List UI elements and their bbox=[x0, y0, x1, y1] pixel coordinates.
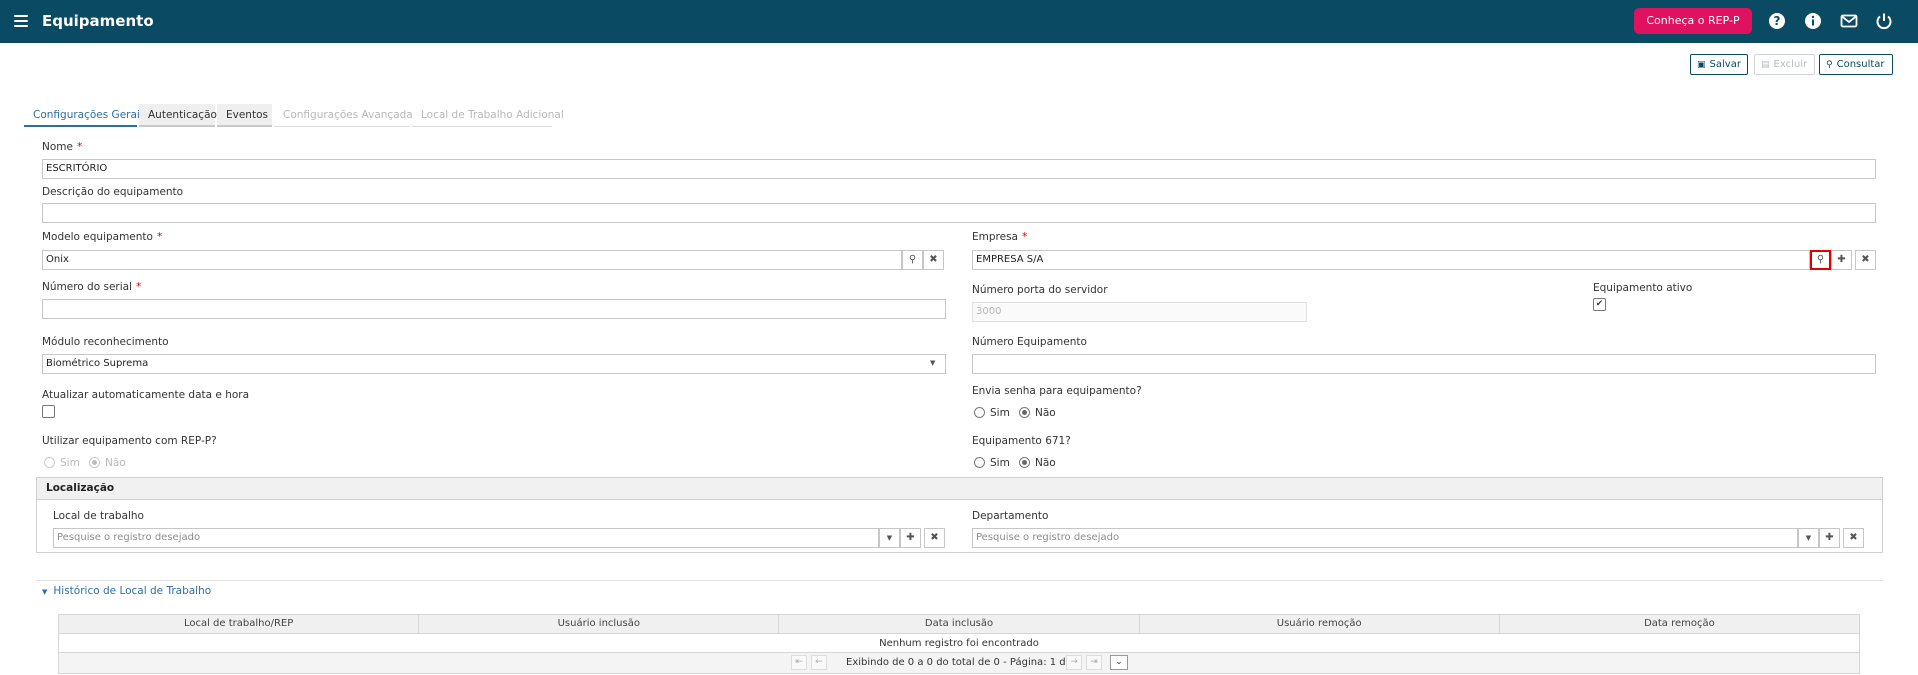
modelo-label: Modelo equipamento * bbox=[42, 231, 163, 243]
tab-eventos[interactable]: Eventos bbox=[217, 104, 272, 127]
divider bbox=[36, 580, 1883, 581]
departamento-clear-icon[interactable]: ✖ bbox=[1843, 528, 1864, 548]
empty-message: Nenhum registro foi encontrado bbox=[59, 634, 1859, 653]
local-trabalho-clear-icon[interactable]: ✖ bbox=[924, 528, 945, 548]
porta-label: Número porta do servidor bbox=[972, 284, 1108, 296]
envia-senha-label: Envia senha para equipamento? bbox=[972, 385, 1142, 397]
rep-p-sim-label: Sim bbox=[60, 457, 80, 469]
equip671-sim-label: Sim bbox=[990, 457, 1010, 469]
trash-icon: ▤ bbox=[1761, 60, 1770, 70]
historico-table: Local de trabalho/REP Usuário inclusão D… bbox=[58, 614, 1860, 674]
envia-senha-nao-radio[interactable] bbox=[1019, 407, 1030, 418]
column-header[interactable]: Usuário inclusão bbox=[419, 615, 780, 633]
table-header: Local de trabalho/REP Usuário inclusão D… bbox=[59, 615, 1859, 634]
tab-local-trabalho-adicional[interactable]: Local de Trabalho Adicional bbox=[412, 104, 564, 127]
localizacao-title: Localização bbox=[37, 478, 1882, 500]
search-button[interactable]: ⚲ Consultar bbox=[1819, 54, 1893, 75]
ativo-label: Equipamento ativo bbox=[1593, 282, 1693, 294]
local-trabalho-input[interactable]: Pesquise o registro desejado bbox=[53, 528, 879, 548]
envia-senha-nao-label: Não bbox=[1035, 407, 1056, 419]
app-header: Equipamento Conheça o REP-P ? bbox=[0, 0, 1918, 43]
column-header[interactable]: Data remoção bbox=[1500, 615, 1859, 633]
numero-equip-input[interactable] bbox=[972, 354, 1876, 374]
departamento-input[interactable]: Pesquise o registro desejado bbox=[972, 528, 1798, 548]
prev-page-icon[interactable]: ← bbox=[811, 655, 827, 670]
tab-configuracoes-avancadas[interactable]: Configurações Avançadas bbox=[274, 104, 418, 127]
atualizar-label: Atualizar automaticamente data e hora bbox=[42, 389, 250, 401]
column-header[interactable]: Data inclusão bbox=[779, 615, 1140, 633]
envia-senha-sim-label: Sim bbox=[990, 407, 1010, 419]
historico-toggle[interactable]: ▼ Histórico de Local de Trabalho bbox=[42, 585, 211, 597]
modulo-label: Módulo reconhecimento bbox=[42, 336, 169, 348]
rep-p-promo-button[interactable]: Conheça o REP-P bbox=[1634, 8, 1752, 34]
save-button[interactable]: ▣ Salvar bbox=[1690, 54, 1748, 75]
serial-input[interactable] bbox=[42, 299, 946, 319]
porta-input: 3000 bbox=[972, 302, 1307, 322]
rep-p-sim-radio bbox=[44, 457, 55, 468]
local-trabalho-add-icon[interactable]: ✚ bbox=[900, 528, 921, 548]
empresa-add-icon[interactable]: ✚ bbox=[1831, 250, 1852, 270]
empresa-search-icon[interactable]: ⚲ bbox=[1810, 250, 1831, 270]
rep-p-label: Utilizar equipamento com REP-P? bbox=[42, 435, 217, 447]
mail-icon[interactable] bbox=[1839, 11, 1859, 31]
column-header[interactable]: Usuário remoção bbox=[1140, 615, 1500, 633]
info-icon[interactable] bbox=[1803, 11, 1823, 31]
page-title: Equipamento bbox=[42, 12, 154, 30]
atualizar-checkbox[interactable] bbox=[42, 405, 55, 418]
equip671-nao-label: Não bbox=[1035, 457, 1056, 469]
local-trabalho-dropdown-icon[interactable]: ▼ bbox=[879, 528, 900, 548]
menu-icon[interactable] bbox=[14, 15, 28, 27]
equip671-sim-radio[interactable] bbox=[974, 457, 985, 468]
departamento-dropdown-icon[interactable]: ▼ bbox=[1798, 528, 1819, 548]
caret-down-icon: ▼ bbox=[42, 588, 48, 596]
modulo-select[interactable]: Biométrico Suprema bbox=[42, 354, 946, 374]
pager: ⇤ ← Exibindo de 0 a 0 do total de 0 - Pá… bbox=[59, 653, 1859, 673]
envia-senha-sim-radio[interactable] bbox=[974, 407, 985, 418]
svg-text:?: ? bbox=[1774, 14, 1781, 28]
page-size-dropdown[interactable]: ⌄ bbox=[1110, 655, 1128, 670]
serial-label: Número do serial * bbox=[42, 281, 142, 293]
tab-autenticacao[interactable]: Autenticação bbox=[139, 104, 217, 127]
equip671-nao-radio[interactable] bbox=[1019, 457, 1030, 468]
descricao-input[interactable] bbox=[42, 203, 1876, 223]
save-icon: ▣ bbox=[1697, 60, 1706, 70]
departamento-label: Departamento bbox=[972, 510, 1049, 522]
equip671-label: Equipamento 671? bbox=[972, 435, 1071, 447]
next-page-icon[interactable]: → bbox=[1066, 655, 1082, 670]
modelo-input[interactable]: Onix bbox=[42, 250, 902, 270]
nome-input[interactable]: ESCRITÓRIO bbox=[42, 159, 1876, 179]
ativo-checkbox[interactable]: ✔ bbox=[1593, 298, 1606, 311]
modelo-clear-icon[interactable]: ✖ bbox=[923, 250, 944, 270]
nome-label: Nome * bbox=[42, 141, 83, 153]
help-icon[interactable]: ? bbox=[1767, 11, 1787, 31]
power-icon[interactable] bbox=[1874, 11, 1894, 31]
rep-p-nao-radio bbox=[89, 457, 100, 468]
empresa-clear-icon[interactable]: ✖ bbox=[1855, 250, 1876, 270]
modelo-search-icon[interactable]: ⚲ bbox=[902, 250, 923, 270]
numero-equip-label: Número Equipamento bbox=[972, 336, 1087, 348]
empresa-input[interactable]: EMPRESA S/A bbox=[972, 250, 1810, 270]
search-icon: ⚲ bbox=[1826, 60, 1833, 70]
last-page-icon[interactable]: ⇥ bbox=[1086, 655, 1102, 670]
tab-configuracoes-gerais[interactable]: Configurações Gerais bbox=[24, 104, 145, 127]
rep-p-nao-label: Não bbox=[105, 457, 126, 469]
empresa-label: Empresa * bbox=[972, 231, 1028, 243]
pager-info: Exibindo de 0 a 0 do total de 0 - Página… bbox=[846, 657, 1082, 668]
departamento-add-icon[interactable]: ✚ bbox=[1819, 528, 1840, 548]
delete-button[interactable]: ▤ Excluir bbox=[1754, 54, 1815, 75]
local-trabalho-label: Local de trabalho bbox=[53, 510, 144, 522]
chevron-down-icon: ▼ bbox=[930, 359, 936, 367]
descricao-label: Descrição do equipamento bbox=[42, 186, 184, 198]
first-page-icon[interactable]: ⇤ bbox=[791, 655, 807, 670]
column-header[interactable]: Local de trabalho/REP bbox=[59, 615, 420, 633]
